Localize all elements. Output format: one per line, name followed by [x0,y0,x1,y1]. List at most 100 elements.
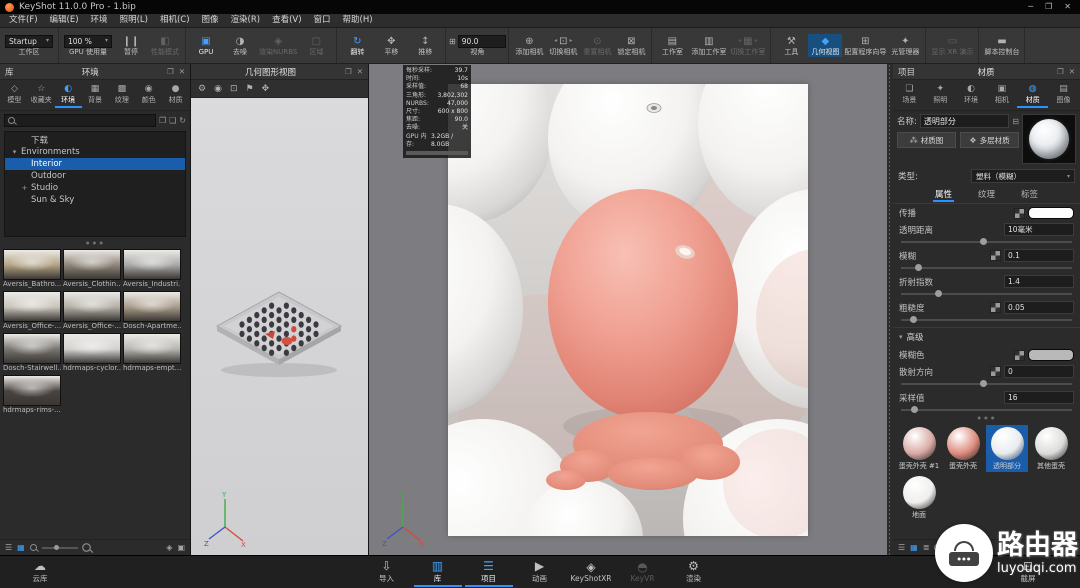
samples-value-field[interactable]: 16 [1004,391,1074,404]
material-subtab[interactable]: 纹理 [976,188,997,202]
close-panel-icon[interactable]: ✕ [179,67,185,76]
add-camera-button[interactable]: ⊕添加相机 [512,34,546,58]
menu-item[interactable]: 窗口 [308,14,337,27]
grid-view-icon[interactable]: ▦ [910,543,918,552]
library-tab[interactable]: ☆ 收藏夹 [28,82,55,108]
environment-thumbnail[interactable]: Aversis_Industri... [123,249,181,289]
fov-field[interactable]: ⊞90.0视角 [449,34,505,58]
dock-button[interactable]: ⚙ 渲染 [670,557,718,587]
menu-item[interactable]: 图像 [196,14,225,27]
library-tab[interactable]: ▦ 背景 [82,82,109,108]
advanced-section-header[interactable]: ▾ 高级 [893,327,1080,346]
tools-button[interactable]: ⚒工具 [774,34,808,58]
cloud-library-button[interactable]: ☁ 云库 [16,557,64,587]
grid-view-icon[interactable]: ▦ [17,543,25,552]
folder-icon[interactable]: ▣ [177,543,185,552]
dolly-button[interactable]: ↕推移 [408,34,442,58]
roughness-slider[interactable] [901,315,1072,324]
window-control[interactable]: ─ [1028,0,1033,14]
tree-item[interactable]: 下载 [5,134,185,146]
pause-button[interactable]: ❙❙暂停 [114,34,148,58]
close-panel-icon[interactable]: ✕ [1069,67,1075,76]
environment-thumbnail[interactable]: hdrmaps-cyclor... [63,333,121,373]
geometry-canvas[interactable]: Y X Z [191,98,368,555]
library-search-input[interactable] [4,114,156,127]
transparency-slider[interactable] [901,237,1072,246]
configurator-button[interactable]: ⊞配置程序向导 [842,34,888,58]
zoom-out-icon[interactable] [30,544,37,551]
material-subtab[interactable]: 标签 [1019,188,1040,202]
material-subtab[interactable]: 属性 [933,188,954,202]
light-manager-button[interactable]: ✦光管理器 [888,34,922,58]
gpu-button[interactable]: ▣GPU [189,34,223,58]
project-tab[interactable]: ◐ 环境 [956,82,987,108]
dock-button[interactable]: ☰ 项目 [465,557,513,587]
tree-item[interactable]: + Studio [5,182,185,194]
library-tab[interactable]: ▩ 纹理 [108,82,135,108]
transparency-value-field[interactable]: 10毫米 [1004,223,1074,236]
texture-map-icon[interactable] [990,250,1001,261]
script-console-button[interactable]: ▬脚本控制台 [982,34,1021,58]
environment-thumbnail[interactable]: Aversis_Bathro... [3,249,61,289]
material-graph-button[interactable]: ⁂ 材质图 [897,132,956,148]
menu-item[interactable]: 照明(L) [114,14,154,27]
environment-thumbnail[interactable]: Aversis_Clothin... [63,249,121,289]
project-tab[interactable]: ✦ 照明 [925,82,956,108]
environment-thumbnail[interactable]: hdrmaps-empt... [123,333,181,373]
material-name-input[interactable]: 透明部分 [920,114,1009,128]
zoom-in-icon[interactable] [82,543,91,552]
menu-item[interactable]: 渲染(R) [225,14,267,27]
menu-item[interactable]: 文件(F) [3,14,44,27]
cloudiness-slider[interactable] [901,263,1072,272]
project-tab[interactable]: ◍ 材质 [1017,82,1048,108]
list-view-icon[interactable]: ☰ [898,543,905,552]
material-thumbnail[interactable]: 地面 [898,474,940,521]
list-view-icon[interactable]: ☰ [5,543,12,552]
cloudiness-value-field[interactable]: 0.1 [1004,249,1074,262]
project-tab[interactable]: ❏ 场景 [894,82,925,108]
tumble-button[interactable]: ↻翻转 [340,34,374,58]
library-tab[interactable]: ● 材质 [162,82,189,108]
environment-thumbnail[interactable]: Aversis_Office-... [3,291,61,331]
environment-thumbnail[interactable]: Dosch-Apartme... [123,291,181,331]
library-tab[interactable]: ◇ 模型 [1,82,28,108]
geometry-camera-icon[interactable]: ⊡ [230,84,238,94]
float-panel-icon[interactable]: ❐ [1057,67,1064,76]
roughness-value-field[interactable]: 0.05 [1004,301,1074,314]
tree-item[interactable]: Sun & Sky [5,194,185,206]
menu-item[interactable]: 相机(C) [154,14,196,27]
dock-button[interactable]: ▥ 库 [414,557,462,587]
menu-item[interactable]: 帮助(H) [337,14,379,27]
refresh-icon[interactable]: ↻ [179,116,186,125]
material-thumbnail[interactable]: 蛋壳外壳 #1 [898,425,940,472]
project-tab[interactable]: ▣ 相机 [986,82,1017,108]
switch-camera-button[interactable]: ◂⊡▸切换相机 [546,34,580,58]
geometry-view-button[interactable]: ◆几何视图 [808,34,842,58]
tree-item[interactable]: Interior [5,158,185,170]
library-tab[interactable]: ◐ 环境 [55,82,82,108]
refraction-value-field[interactable]: 1.4 [1004,275,1074,288]
window-control[interactable]: ❐ [1045,0,1052,14]
environment-thumbnail[interactable]: Aversis_Office-... [63,291,121,331]
save-to-library-icon[interactable]: ⊟ [1012,117,1019,126]
scatter-value-field[interactable]: 0 [1004,365,1074,378]
environment-thumbnail[interactable]: hdrmaps-rims-... [3,375,61,415]
float-panel-icon[interactable]: ❐ [167,67,174,76]
geometry-settings-icon[interactable]: ⚙ [198,84,206,94]
texture-map-icon[interactable] [990,302,1001,313]
texture-map-icon[interactable] [1014,208,1025,219]
material-type-dropdown[interactable]: 塑料（模糊） [971,169,1075,183]
reset-camera-button[interactable]: ⊙重置相机 [580,34,614,58]
menu-item[interactable]: 编辑(E) [44,14,85,27]
import-library-icon[interactable]: ❐ [159,116,166,125]
studio-button[interactable]: ▤工作室 [655,34,689,58]
menu-item[interactable]: 查看(V) [266,14,307,27]
nurbs-button[interactable]: ◈渲染NURBS [257,34,299,58]
material-thumbnail[interactable]: 透明部分 [986,425,1028,472]
workspace-select[interactable]: Startup工作区 [3,34,55,58]
xr-demo-button[interactable]: ▭显示 XR 演示 [929,34,975,58]
project-tab[interactable]: ▤ 图像 [1048,82,1079,108]
environment-thumbnail[interactable]: Dosch-Stairwell... [3,333,61,373]
geometry-render-mode-icon[interactable]: ◉ [214,84,222,94]
realtime-viewport[interactable]: 每秒采样: 39.7 时间: 10s 采样值: 68 三角形: 3,802,30… [369,64,887,555]
